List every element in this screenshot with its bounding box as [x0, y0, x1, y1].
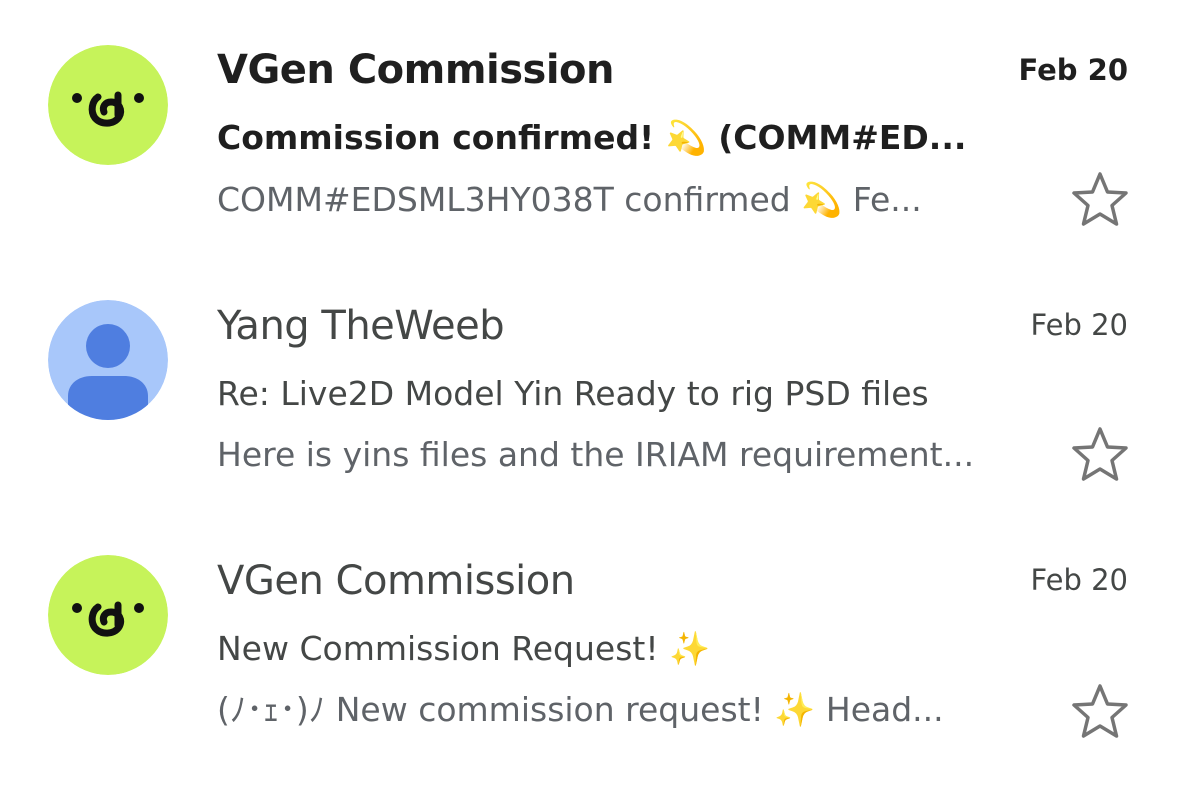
email-snippet: (ﾉ･ｪ･)ﾉ New commission request! ✨ Head..… [217, 690, 944, 729]
star-icon[interactable] [1068, 168, 1132, 232]
email-date: Feb 20 [1018, 53, 1128, 87]
email-row[interactable]: VGen Commission Feb 20 Commission confir… [0, 0, 1179, 255]
star-icon[interactable] [1068, 423, 1132, 487]
email-subject: New Commission Request! ✨ [217, 629, 711, 668]
email-row[interactable]: Yang TheWeeb Feb 20 Re: Live2D Model Yin… [0, 255, 1179, 510]
sender-name: Yang TheWeeb [217, 303, 505, 349]
vgen-logo-icon [48, 555, 168, 675]
email-snippet: COMM#EDSML3HY038T confirmed 💫 Fe... [217, 180, 922, 219]
sender-name: VGen Commission [217, 558, 575, 604]
email-date: Feb 20 [1030, 308, 1128, 342]
email-date: Feb 20 [1030, 563, 1128, 597]
sender-name: VGen Commission [217, 47, 615, 93]
email-snippet: Here is yins files and the IRIAM require… [217, 435, 975, 474]
email-row[interactable]: VGen Commission Feb 20 New Commission Re… [0, 510, 1179, 765]
person-icon [48, 300, 168, 420]
email-subject: Re: Live2D Model Yin Ready to rig PSD fi… [217, 374, 929, 413]
email-subject: Commission confirmed! 💫 (COMM#ED... [217, 118, 967, 157]
star-icon[interactable] [1068, 680, 1132, 744]
vgen-logo-icon [48, 45, 168, 165]
